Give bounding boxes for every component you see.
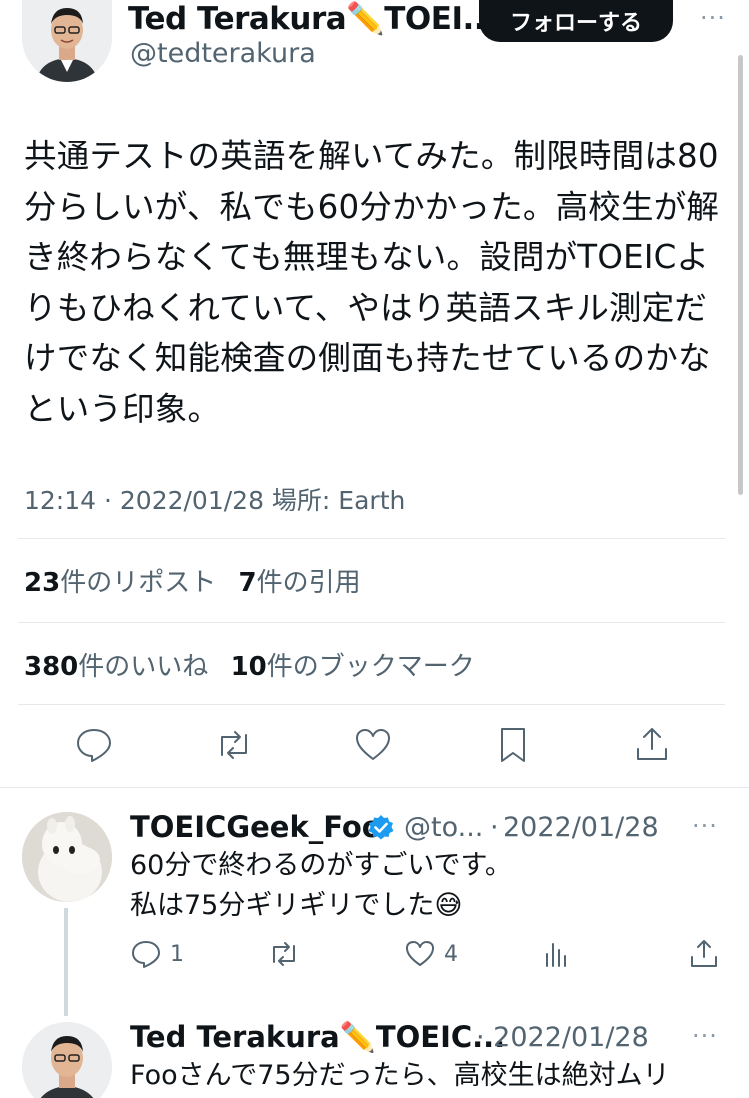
bookmarks-stat[interactable]: 10件のブックマーク	[231, 652, 475, 682]
reposts-stat[interactable]: 23件のリポスト	[24, 568, 216, 598]
bookmarks-count: 10	[230, 652, 267, 682]
retweet-action[interactable]	[268, 938, 300, 970]
retweet-icon[interactable]	[214, 725, 254, 765]
analytics-icon	[546, 943, 566, 967]
reply-author-avatar[interactable]	[22, 1022, 112, 1098]
divider	[18, 704, 725, 705]
more-options-icon[interactable]: ···	[692, 1022, 718, 1050]
heart-icon	[406, 941, 434, 966]
follow-button[interactable]: フォローする	[479, 0, 673, 42]
reposts-count: 23	[24, 568, 61, 598]
reposts-label: 件のリポスト	[60, 568, 217, 598]
reply-date[interactable]: 2022/01/28	[503, 812, 659, 843]
author-display-name[interactable]: Ted Terakura✏️TOEI...	[128, 0, 497, 37]
repost-quote-stats: 23件のリポスト 7件の引用	[24, 562, 361, 599]
share-action[interactable]	[688, 938, 720, 970]
reply-author-handle[interactable]: @to...	[404, 812, 483, 843]
reply-date[interactable]: · 2022/01/28	[476, 1022, 649, 1053]
like-action[interactable]: 4	[404, 938, 458, 970]
reply-text-line: 私は75分ギリギリでした😅	[130, 890, 463, 921]
quotes-label: 件の引用	[256, 568, 361, 598]
quotes-stat[interactable]: 7件の引用	[238, 568, 360, 598]
analytics-action[interactable]	[541, 938, 573, 970]
reply-text-line: Fooさんで75分だったら、高校生は絶対ムリ	[130, 1060, 670, 1091]
reply-icon	[132, 941, 160, 968]
reply-icon[interactable]	[74, 725, 114, 765]
author-photo	[22, 1022, 112, 1098]
quotes-count: 7	[238, 568, 257, 598]
bookmark-icon[interactable]	[493, 725, 533, 765]
divider	[18, 622, 725, 623]
verified-badge-icon	[367, 814, 395, 842]
moomin-photo	[22, 812, 112, 902]
likes-label: 件のいいね	[78, 652, 209, 682]
divider	[0, 787, 749, 788]
author-photo	[22, 0, 112, 82]
likes-count: 380	[24, 652, 79, 682]
bookmarks-label: 件のブックマーク	[266, 652, 475, 682]
likes-stat[interactable]: 380件のいいね	[24, 652, 208, 682]
tweet-text: 共通テストの英語を解いてみた。制限時間は80分らしいが、私でも60分かかった。高…	[24, 137, 720, 428]
like-count: 4	[444, 941, 458, 967]
author-avatar[interactable]	[22, 0, 112, 82]
reply-action[interactable]: 1	[130, 938, 184, 970]
thread-connector	[64, 908, 68, 1016]
reply-author-name[interactable]: TOEICGeek_Foo	[130, 810, 382, 844]
reply-count: 1	[170, 941, 184, 967]
share-icon[interactable]	[632, 725, 672, 765]
more-options-icon[interactable]: ···	[700, 4, 726, 32]
more-options-icon[interactable]: ···	[692, 812, 718, 840]
reply-sep: ·	[490, 812, 499, 843]
tweet-timestamp-location[interactable]: 12:14 · 2022/01/28 場所: Earth	[24, 481, 405, 517]
reply-author-avatar[interactable]	[22, 812, 112, 902]
reply-author-name[interactable]: Ted Terakura✏️TOEIC...	[130, 1020, 505, 1055]
heart-icon[interactable]	[353, 725, 393, 765]
author-handle[interactable]: @tedterakura	[130, 38, 316, 69]
reply-text-line: 60分で終わるのがすごいです。	[130, 850, 512, 881]
retweet-icon	[273, 942, 295, 966]
scrollbar[interactable]	[738, 55, 743, 495]
divider	[18, 538, 725, 539]
like-bookmark-stats: 380件のいいね 10件のブックマーク	[24, 646, 475, 683]
share-icon	[691, 940, 717, 967]
